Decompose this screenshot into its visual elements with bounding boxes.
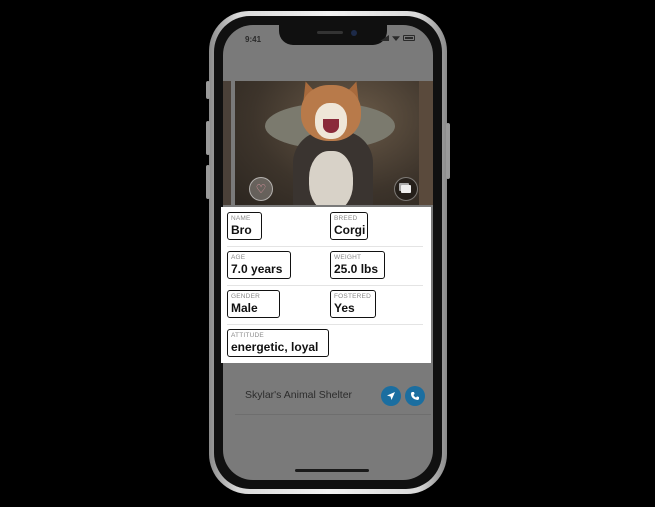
mute-switch xyxy=(206,81,210,99)
cellular-signal-icon xyxy=(380,35,389,41)
call-button[interactable] xyxy=(405,386,425,406)
age-label: AGE xyxy=(231,254,246,261)
navigation-arrow-icon xyxy=(387,392,395,400)
phone-icon xyxy=(411,392,419,400)
gallery-icon xyxy=(401,185,411,193)
fostered-label: FOSTERED xyxy=(334,293,371,300)
details-row: AGE 7.0 years WEIGHT 25.0 lbs xyxy=(227,246,423,286)
weight-value: 25.0 lbs xyxy=(334,262,379,276)
volume-up-button xyxy=(206,121,210,155)
speaker xyxy=(317,31,343,34)
battery-icon xyxy=(403,35,415,41)
details-row: GENDER Male FOSTERED Yes xyxy=(227,285,423,325)
fostered-field: FOSTERED Yes xyxy=(330,290,376,318)
front-camera xyxy=(351,30,357,36)
weight-field: WEIGHT 25.0 lbs xyxy=(330,251,385,279)
heart-icon: ♡ xyxy=(255,182,267,196)
notch xyxy=(279,25,387,45)
attitude-value: energetic, loyal xyxy=(231,340,319,354)
wifi-icon xyxy=(392,36,400,41)
breed-label: BREED xyxy=(334,215,358,222)
next-photo-peek[interactable] xyxy=(419,81,433,205)
gender-value: Male xyxy=(231,301,258,315)
age-value: 7.0 years xyxy=(231,262,283,276)
age-field: AGE 7.0 years xyxy=(227,251,291,279)
weight-label: WEIGHT xyxy=(334,254,362,261)
dog-chest xyxy=(309,151,353,205)
shelter-name: Skylar's Animal Shelter xyxy=(245,389,353,401)
attitude-label: ATTITUDE xyxy=(231,332,264,339)
volume-down-button xyxy=(206,165,210,199)
status-time: 9:41 xyxy=(245,35,262,44)
attitude-field: ATTITUDE energetic, loyal xyxy=(227,329,329,357)
dog-mouth xyxy=(323,119,339,133)
name-field: NAME Bro xyxy=(227,212,262,240)
gender-label: GENDER xyxy=(231,293,261,300)
pet-details-card: NAME Bro BREED Corgi AGE 7.0 years WEIGH… xyxy=(221,207,431,363)
gallery-button[interactable] xyxy=(394,177,418,201)
details-row: ATTITUDE energetic, loyal xyxy=(227,324,423,363)
breed-field: BREED Corgi xyxy=(330,212,368,240)
side-button xyxy=(446,123,450,179)
name-label: NAME xyxy=(231,215,251,222)
name-value: Bro xyxy=(231,223,252,237)
favorite-button[interactable]: ♡ xyxy=(249,177,273,201)
details-row: NAME Bro BREED Corgi xyxy=(227,207,423,247)
fostered-value: Yes xyxy=(334,301,355,315)
previous-photo-peek[interactable] xyxy=(223,81,231,205)
shelter-row[interactable]: Skylar's Animal Shelter xyxy=(235,378,431,415)
home-indicator[interactable] xyxy=(295,469,369,472)
directions-button[interactable] xyxy=(381,386,401,406)
breed-value: Corgi xyxy=(334,223,366,237)
gender-field: GENDER Male xyxy=(227,290,280,318)
status-icons xyxy=(380,35,415,41)
